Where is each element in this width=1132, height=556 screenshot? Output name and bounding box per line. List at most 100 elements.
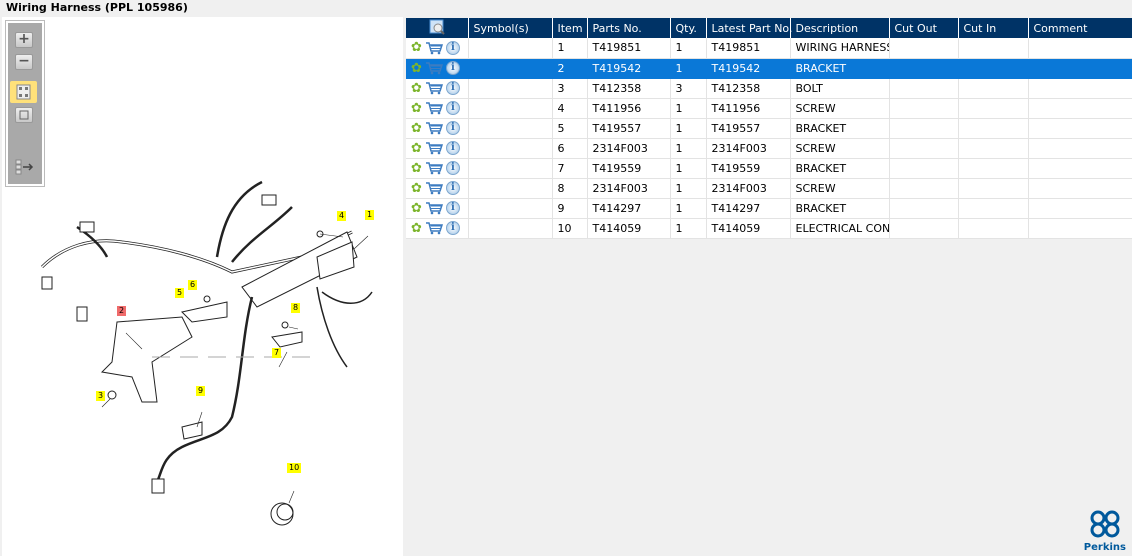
cell-comment: [1028, 138, 1132, 159]
cell-parts-no: T414059: [587, 218, 671, 239]
cart-icon[interactable]: [425, 101, 443, 115]
table-row[interactable]: ✿ i 1 T419851 1 T419851 WIRING HARNESS: [406, 38, 1132, 59]
cell-parts-no: T411956: [587, 98, 671, 119]
table-row[interactable]: ✿ i 7 T419559 1 T419559 BRACKET: [406, 158, 1132, 179]
table-row[interactable]: ✿ i 2 T419542 1 T419542 BRACKET: [406, 58, 1132, 79]
cell-latest-part-no: T419559: [706, 158, 791, 179]
cell-symbols: [468, 98, 553, 119]
column-header-description[interactable]: Description: [790, 18, 890, 38]
info-icon[interactable]: i: [445, 181, 460, 195]
cell-qty: 1: [670, 158, 707, 179]
column-header-preview[interactable]: [406, 18, 469, 38]
cell-cut-in: [958, 98, 1029, 119]
gear-icon[interactable]: ✿: [411, 141, 422, 156]
cell-description: SCREW: [790, 178, 890, 199]
column-header-latest-part-no[interactable]: Latest Part No.: [706, 18, 792, 38]
info-icon[interactable]: i: [445, 201, 460, 215]
callout-3[interactable]: 3: [96, 391, 106, 401]
callout-6[interactable]: 6: [188, 280, 198, 290]
column-header-comment[interactable]: Comment: [1028, 18, 1132, 38]
callout-8[interactable]: 8: [291, 303, 301, 313]
callout-1[interactable]: 1: [365, 210, 375, 220]
row-actions: ✿ i: [406, 218, 469, 239]
table-row[interactable]: ✿ i 3 T412358 3 T412358 BOLT: [406, 78, 1132, 99]
column-header-qty[interactable]: Qty.: [670, 18, 707, 38]
cell-item: 4: [552, 98, 588, 119]
cell-latest-part-no: T419557: [706, 118, 791, 139]
cart-icon[interactable]: [425, 121, 443, 135]
grid-icon: [16, 84, 31, 100]
info-icon[interactable]: i: [445, 121, 460, 135]
window-title: Wiring Harness (PPL 105986): [6, 1, 188, 14]
cell-cut-in: [958, 58, 1029, 79]
cart-icon[interactable]: [425, 201, 443, 215]
cart-icon[interactable]: [425, 81, 443, 95]
table-row[interactable]: ✿ i 10 T414059 1 T414059 ELECTRICAL CONN: [406, 218, 1132, 239]
table-row[interactable]: ✿ i 8 2314F003 1 2314F003 SCREW: [406, 178, 1132, 199]
table-row[interactable]: ✿ i 9 T414297 1 T414297 BRACKET: [406, 198, 1132, 219]
cell-qty: 1: [670, 138, 707, 159]
callout-4[interactable]: 4: [337, 211, 347, 221]
cart-icon[interactable]: [425, 221, 443, 235]
cell-item: 8: [552, 178, 588, 199]
callout-2[interactable]: 2: [117, 306, 127, 316]
actual-size-button[interactable]: [15, 107, 33, 123]
callout-7[interactable]: 7: [272, 348, 282, 358]
info-icon[interactable]: i: [445, 101, 460, 115]
cell-description: BOLT: [790, 78, 890, 99]
cell-comment: [1028, 218, 1132, 239]
fit-view-button[interactable]: [10, 81, 37, 103]
cell-parts-no: 2314F003: [587, 138, 671, 159]
table-row[interactable]: ✿ i 6 2314F003 1 2314F003 SCREW: [406, 138, 1132, 159]
parts-table: Symbol(s) Item Parts No. Qty. Latest Par…: [406, 18, 1132, 239]
cell-latest-part-no: T419851: [706, 38, 791, 59]
gear-icon[interactable]: ✿: [411, 121, 422, 136]
cart-icon[interactable]: [425, 61, 443, 75]
cell-description: ELECTRICAL CONN: [790, 218, 890, 239]
gear-icon[interactable]: ✿: [411, 221, 422, 236]
row-actions: ✿ i: [406, 78, 469, 99]
cell-cut-out: [889, 38, 959, 59]
table-row[interactable]: ✿ i 5 T419557 1 T419557 BRACKET: [406, 118, 1132, 139]
cell-parts-no: T414297: [587, 198, 671, 219]
cell-cut-out: [889, 58, 959, 79]
callout-10[interactable]: 10: [287, 463, 302, 473]
info-icon[interactable]: i: [445, 81, 460, 95]
gear-icon[interactable]: ✿: [411, 201, 422, 216]
cell-cut-out: [889, 78, 959, 99]
info-icon[interactable]: i: [445, 221, 460, 235]
row-actions: ✿ i: [406, 118, 469, 139]
gear-icon[interactable]: ✿: [411, 40, 422, 55]
callout-9[interactable]: 9: [196, 386, 206, 396]
diagram-panel[interactable]: + − 1 2 3 4 5 6 7 8 9 10: [2, 17, 403, 556]
column-header-parts-no[interactable]: Parts No.: [587, 18, 671, 38]
cell-comment: [1028, 38, 1132, 59]
gear-icon[interactable]: ✿: [411, 61, 422, 76]
column-header-cut-in[interactable]: Cut In: [958, 18, 1029, 38]
cell-latest-part-no: T414297: [706, 198, 791, 219]
info-icon[interactable]: i: [445, 61, 460, 75]
info-icon[interactable]: i: [445, 161, 460, 175]
cell-qty: 1: [670, 178, 707, 199]
cell-description: WIRING HARNESS: [790, 38, 890, 59]
gear-icon[interactable]: ✿: [411, 101, 422, 116]
info-icon[interactable]: i: [445, 40, 460, 55]
cell-qty: 1: [670, 38, 707, 59]
zoom-out-button[interactable]: −: [15, 54, 33, 70]
info-icon[interactable]: i: [445, 141, 460, 155]
gear-icon[interactable]: ✿: [411, 161, 422, 176]
toggle-list-button[interactable]: [15, 159, 34, 175]
cart-icon[interactable]: [425, 161, 443, 175]
gear-icon[interactable]: ✿: [411, 181, 422, 196]
zoom-in-button[interactable]: +: [15, 32, 33, 48]
cart-icon[interactable]: [425, 41, 443, 55]
cart-icon[interactable]: [425, 141, 443, 155]
gear-icon[interactable]: ✿: [411, 81, 422, 96]
row-actions: ✿ i: [406, 38, 469, 59]
cart-icon[interactable]: [425, 181, 443, 195]
column-header-symbols[interactable]: Symbol(s): [468, 18, 553, 38]
column-header-item[interactable]: Item: [552, 18, 588, 38]
column-header-cut-out[interactable]: Cut Out: [889, 18, 959, 38]
table-row[interactable]: ✿ i 4 T411956 1 T411956 SCREW: [406, 98, 1132, 119]
callout-5[interactable]: 5: [175, 288, 185, 298]
